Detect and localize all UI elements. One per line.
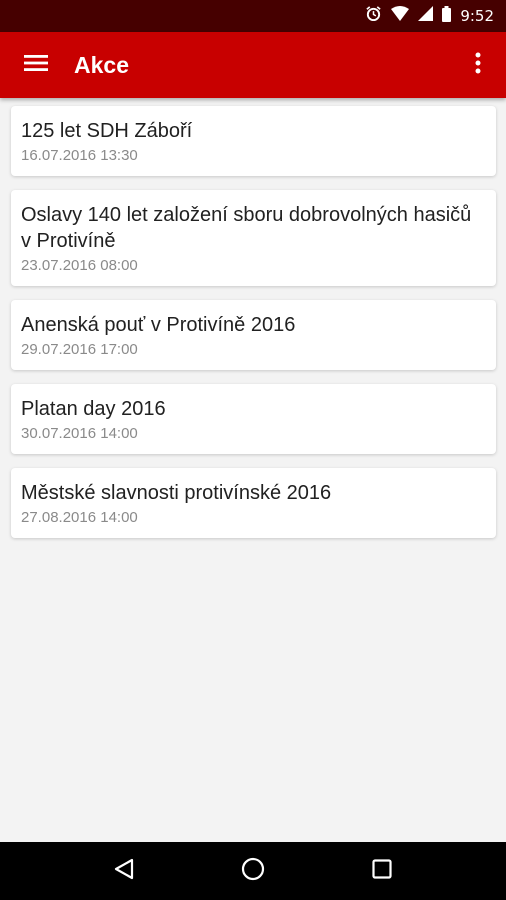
- overflow-menu-button[interactable]: [450, 32, 506, 98]
- alarm-icon: [365, 5, 382, 27]
- event-title: Městské slavnosti protivínské 2016: [21, 482, 332, 504]
- back-icon: [113, 858, 135, 885]
- recents-button[interactable]: [358, 847, 406, 895]
- event-date: 30.07.2016 14:00: [21, 425, 138, 442]
- hamburger-menu-icon: [24, 54, 48, 77]
- event-title: Platan day 2016: [21, 398, 166, 420]
- event-date: 16.07.2016 13:30: [21, 147, 138, 164]
- event-card[interactable]: Platan day 2016 30.07.2016 14:00: [11, 384, 496, 454]
- page-title: Akce: [74, 51, 129, 78]
- wifi-icon: [391, 5, 410, 27]
- event-card[interactable]: 125 let SDH Záboří 16.07.2016 13:30: [11, 106, 496, 176]
- more-vert-icon: [475, 52, 481, 79]
- status-bar: 9:52: [0, 0, 506, 32]
- navigation-bar: [0, 842, 506, 900]
- home-icon: [241, 857, 265, 886]
- status-time: 9:52: [460, 7, 494, 25]
- event-date: 23.07.2016 08:00: [21, 257, 138, 274]
- event-card[interactable]: Anenská pouť v Protivíně 2016 29.07.2016…: [11, 300, 496, 370]
- event-date: 27.08.2016 14:00: [21, 509, 138, 526]
- home-button[interactable]: [229, 847, 277, 895]
- event-date: 29.07.2016 17:00: [21, 341, 138, 358]
- event-title: Anenská pouť v Protivíně 2016: [21, 314, 296, 336]
- app-bar: Akce: [0, 32, 506, 98]
- event-title: Oslavy 140 let založení sboru dobrovolný…: [21, 204, 472, 252]
- event-card[interactable]: Oslavy 140 let založení sboru dobrovolný…: [11, 190, 496, 286]
- event-title: 125 let SDH Záboří: [21, 120, 193, 142]
- cell-signal-icon: [418, 6, 434, 26]
- event-list: 125 let SDH Záboří 16.07.2016 13:30 Osla…: [11, 106, 496, 552]
- back-button[interactable]: [100, 847, 148, 895]
- event-card[interactable]: Městské slavnosti protivínské 2016 27.08…: [11, 468, 496, 538]
- recents-icon: [372, 858, 392, 884]
- menu-button[interactable]: [0, 32, 70, 98]
- battery-icon: [442, 5, 452, 27]
